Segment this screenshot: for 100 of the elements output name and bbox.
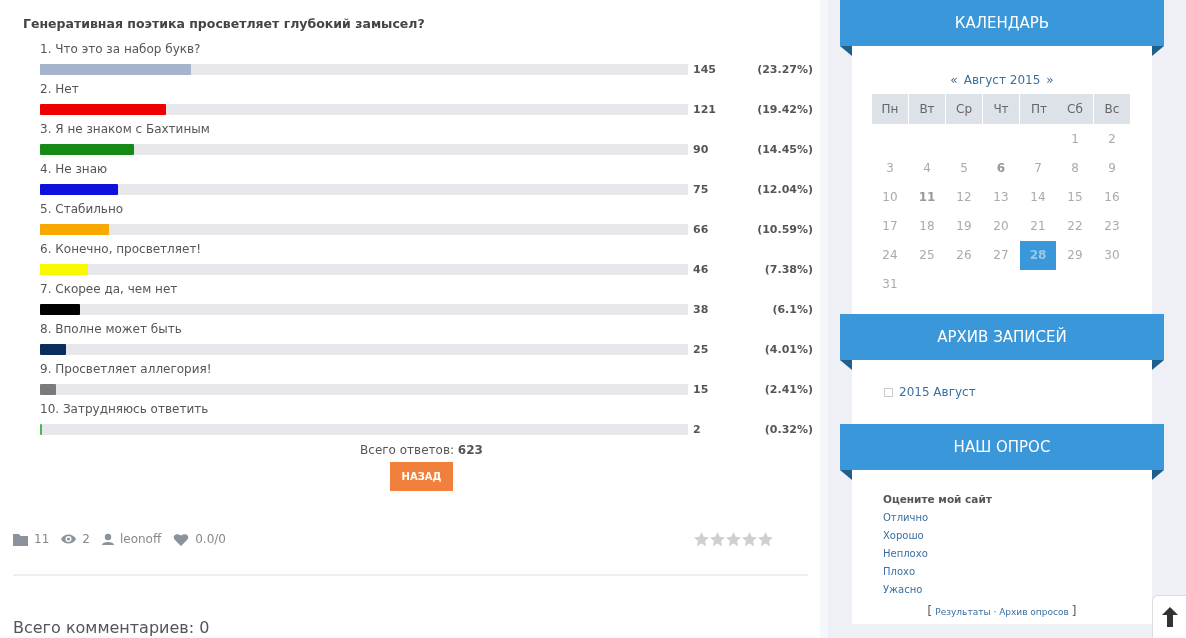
calendar-day[interactable]: 4 [909,154,945,183]
answer-label: 3. Я не знаком с Бахтиным [40,122,210,136]
poll-option-link[interactable]: Отлично [883,509,929,527]
star-icon [742,531,757,547]
calendar-day[interactable]: 26 [946,241,982,270]
calendar-day[interactable]: 19 [946,212,982,241]
calendar-day[interactable]: 6 [983,154,1019,183]
author-link[interactable]: leonoff [119,532,162,546]
calendar-day[interactable]: 24 [872,241,908,270]
vote-percent: (12.04%) [757,182,813,196]
calendar-day[interactable]: 7 [1020,154,1056,183]
calendar-day[interactable]: 21 [1020,212,1056,241]
vote-percent: (4.01%) [764,342,813,356]
poll-question: Оцените мой сайт [883,493,992,505]
vote-percent: (19.42%) [757,102,813,116]
answer-label: 9. Просветляет аллегория! [40,362,212,376]
calendar-day[interactable]: 18 [909,212,945,241]
scroll-top-button[interactable] [1152,595,1186,638]
weekday-header: Пн [872,94,908,124]
weekday-header: Пт [1020,94,1058,124]
square-icon [884,387,893,397]
calendar-day[interactable]: 17 [872,212,908,241]
vote-count: 25 [693,342,709,356]
vote-percent: (0.32%) [764,422,813,436]
calendar-day[interactable]: 8 [1057,154,1093,183]
widget-title: АРХИВ ЗАПИСЕЙ [937,328,1067,346]
vote-percent: (7.38%) [764,262,813,276]
eye-icon [61,533,77,545]
vote-count: 66 [693,222,709,236]
star-icon [694,531,709,547]
calendar-day[interactable]: 13 [983,183,1019,212]
calendar-day[interactable]: 10 [872,183,908,212]
user-icon [101,533,114,545]
vote-count: 2 [693,422,701,436]
answer-label: 6. Конечно, просветляет! [40,242,202,256]
calendar-day[interactable]: 5 [946,154,982,183]
vote-count: 145 [693,62,716,76]
ribbon-fold [1152,360,1164,370]
calendar-day[interactable]: 25 [909,241,945,270]
calendar-day[interactable]: 22 [1057,212,1093,241]
month-title[interactable]: Август 2015 [963,73,1041,87]
vote-count: 38 [693,302,709,316]
ribbon-fold [840,470,852,480]
poll-option-link[interactable]: Ужасно [883,581,923,599]
total-count: 623 [457,443,483,457]
category-count: 11 [34,532,50,546]
calendar-day[interactable]: 14 [1020,183,1056,212]
poll-question: Генеративная поэтика просветляет глубокий замысел? [23,16,425,31]
folder-icon [13,532,28,546]
calendar-day[interactable]: 28 [1020,241,1056,270]
star-icon [758,531,773,547]
widget-title: НАШ ОПРОС [953,438,1051,456]
calendar-day[interactable]: 30 [1094,241,1130,270]
calendar-day[interactable]: 31 [872,270,908,299]
vote-percent: (10.59%) [757,222,813,236]
weekday-header: Сб [1057,94,1093,124]
comments-count: Всего комментариев: 0 [13,618,210,637]
vote-count: 90 [693,142,709,156]
ribbon-fold [840,360,852,370]
calendar-day[interactable]: 16 [1094,183,1130,212]
calendar-day[interactable]: 2 [1094,125,1130,154]
total-label: Всего ответов: [360,443,454,457]
vote-count: 75 [693,182,709,196]
star-icon [726,531,741,547]
calendar-day[interactable]: 29 [1057,241,1093,270]
answer-label: 4. Не знаю [40,162,108,176]
archive-link[interactable]: 2015 Август [899,385,976,399]
calendar-day[interactable]: 15 [1057,183,1093,212]
calendar-day[interactable]: 12 [946,183,982,212]
vote-percent: (14.45%) [757,142,813,156]
calendar-day[interactable]: 20 [983,212,1019,241]
heart-icon [173,532,190,546]
calendar-day[interactable]: 9 [1094,154,1130,183]
star-icon [710,531,725,547]
results-link[interactable]: Результаты [935,607,991,617]
back-button[interactable]: НАЗАД [389,462,454,491]
vote-percent: (6.1%) [772,302,813,316]
poll-option-link[interactable]: Плохо [883,563,916,581]
calendar-day[interactable]: 3 [872,154,908,183]
separator: · [993,607,997,617]
calendar-day[interactable]: 11 [909,183,945,212]
weekday-header: Вс [1094,94,1130,124]
vote-percent: (23.27%) [757,62,813,76]
next-month-link[interactable]: » [1046,73,1054,87]
poll-option-link[interactable]: Неплохо [883,545,928,563]
answer-label: 5. Стабильно [40,202,124,216]
poll-option-link[interactable]: Хорошо [883,527,924,545]
weekday-header: Ср [946,94,982,124]
vote-percent: (2.41%) [764,382,813,396]
previous-month-link[interactable]: « [950,73,958,87]
poll-archive-link[interactable]: Архив опросов [999,607,1069,617]
ribbon-fold [1152,46,1164,56]
calendar-day[interactable]: 1 [1057,125,1093,154]
calendar-day[interactable]: 23 [1094,212,1130,241]
calendar-day[interactable]: 27 [983,241,1019,270]
view-count: 2 [82,532,90,546]
answer-label: 10. Затрудняюсь ответить [40,402,209,416]
answer-label: 2. Нет [40,82,79,96]
ribbon-fold [840,46,852,56]
bracket: [ [927,603,933,618]
